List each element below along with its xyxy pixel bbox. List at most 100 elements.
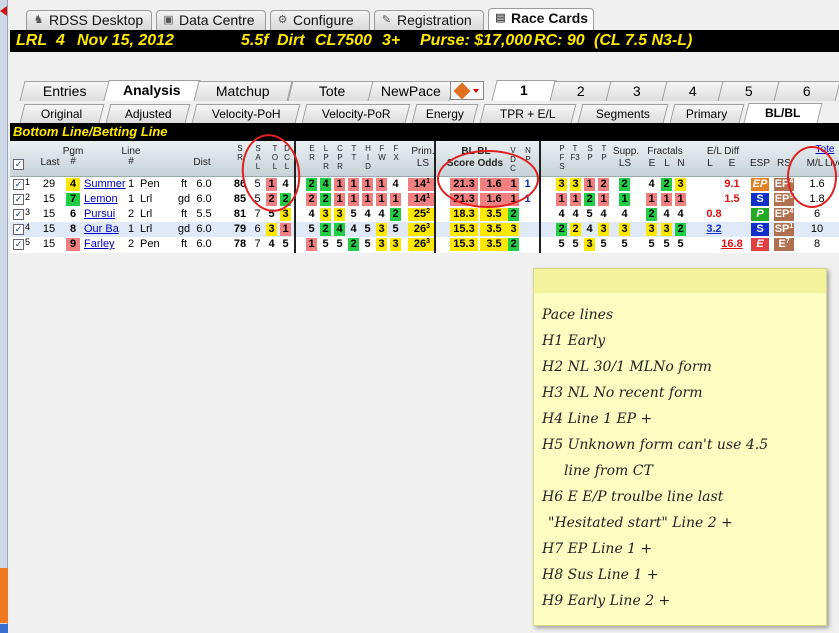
- pace-cell: 1: [362, 178, 373, 191]
- row-checkbox[interactable]: ✓: [13, 209, 24, 220]
- pace-cell: 5: [308, 223, 315, 235]
- row-number: 2: [25, 192, 31, 202]
- primary-ls: 252: [408, 208, 436, 221]
- note-line: H1 Early: [542, 333, 606, 349]
- tab-race-4[interactable]: 4: [661, 81, 725, 101]
- tab-race-5[interactable]: 5: [717, 81, 781, 101]
- line-number: 1: [127, 178, 135, 190]
- line-number: 1: [127, 193, 135, 205]
- fractal-cell: 5: [663, 238, 670, 250]
- pace-cell: 2: [390, 208, 401, 221]
- el-diff-e: [718, 223, 746, 236]
- add-race-button[interactable]: [450, 81, 484, 100]
- morning-line: 8: [813, 238, 821, 250]
- table-row[interactable]: ✓ 1 29 4 Summer 1 Pen ft 6.0 86 5 1 4 2 4 1 1 1 1 4 141 21.3 1…: [10, 177, 839, 192]
- ptsp-cell: 2: [556, 223, 567, 236]
- tab-newpace[interactable]: NewPace: [367, 81, 455, 101]
- el-diff-e: 16.8: [721, 238, 743, 250]
- select-all-checkbox[interactable]: ✓: [13, 159, 24, 170]
- tab-velocity-por[interactable]: Velocity-PoR: [301, 104, 411, 123]
- program-number: 4: [66, 178, 80, 191]
- fractal-cell: 4: [648, 178, 655, 190]
- tab-race-2[interactable]: 2: [549, 81, 613, 101]
- tab-race-6[interactable]: 6: [773, 81, 839, 101]
- tab-matchup[interactable]: Matchup: [193, 81, 293, 101]
- row-checkbox[interactable]: ✓: [13, 224, 24, 235]
- horse-name-link[interactable]: Our Ba: [84, 223, 119, 236]
- race-age: 3+: [382, 32, 401, 49]
- ptsp-cell: 2: [584, 193, 595, 206]
- col-dist: Dist: [193, 157, 211, 168]
- fractal-cell: 3: [675, 178, 686, 191]
- rs-badge: EP4: [774, 208, 794, 221]
- note-line: H2 NL 30/1 MLNo form: [542, 359, 712, 375]
- gear-icon: ⚙: [277, 14, 288, 26]
- column-divider: [434, 141, 436, 253]
- tab-race-3[interactable]: 3: [605, 81, 669, 101]
- tab-analysis[interactable]: Analysis: [103, 80, 201, 101]
- horse-name-link[interactable]: Pursui: [84, 208, 115, 221]
- supp-ls: 3: [619, 223, 630, 236]
- tab-energy[interactable]: Energy: [411, 104, 479, 123]
- tab-primary[interactable]: Primary: [669, 104, 745, 123]
- tab-race-1[interactable]: 1: [491, 80, 557, 101]
- line-track: Lrl: [140, 223, 153, 235]
- horse-name-link[interactable]: Farley: [84, 238, 115, 251]
- ptsp-cell: 3: [598, 223, 609, 236]
- tab-velocity-poh[interactable]: Velocity-PoH: [191, 104, 301, 123]
- distance: 6.0: [196, 238, 212, 250]
- tab-configure[interactable]: ⚙ Configure: [270, 10, 370, 30]
- race-distance: 5.5f: [241, 32, 269, 49]
- bl-odds: 3.5: [480, 238, 508, 251]
- race-track: LRL: [16, 32, 48, 49]
- col-tt: T T: [351, 144, 357, 162]
- row-number: 3: [25, 207, 31, 217]
- race-rating: RC: 90: [534, 32, 585, 49]
- tab-race-cards[interactable]: ▤ Race Cards: [488, 8, 594, 30]
- last-days: 15: [42, 223, 56, 235]
- tab-bl-bl[interactable]: BL/BL: [743, 103, 823, 123]
- el-diff-e: 9.1: [724, 178, 740, 190]
- ptsp-cell: 1: [598, 193, 609, 206]
- stat-tol: 4: [268, 238, 275, 250]
- tab-registration[interactable]: ✎ Registration: [374, 10, 484, 30]
- horse-icon: ♞: [33, 14, 44, 26]
- rs-badge: SP1: [774, 223, 794, 236]
- fractal-cell: 4: [677, 208, 684, 220]
- row-checkbox[interactable]: ✓: [13, 239, 24, 250]
- col-tp: T P: [601, 144, 607, 162]
- pace-cell: 2: [320, 223, 331, 236]
- col-line-num: #: [128, 156, 134, 167]
- row-number: 5: [25, 237, 31, 247]
- tab-entries[interactable]: Entries: [19, 81, 111, 101]
- pace-cell: 4: [378, 208, 385, 220]
- np-cell: [522, 238, 533, 251]
- horse-name-link[interactable]: Summer: [84, 178, 126, 191]
- last-days: 29: [42, 178, 56, 190]
- race-surface: Dirt: [277, 32, 305, 49]
- pace-cell: 1: [390, 193, 401, 206]
- row-checkbox[interactable]: ✓: [13, 194, 24, 205]
- col-cpr: C P R: [337, 144, 343, 171]
- tab-rdss-desktop[interactable]: ♞ RDSS Desktop: [26, 10, 152, 30]
- program-number: 6: [69, 208, 77, 220]
- tab-tote[interactable]: Tote: [287, 81, 377, 101]
- back-arrow-icon[interactable]: [0, 6, 7, 16]
- horse-name-link[interactable]: Lemon: [84, 193, 118, 206]
- tab-adjusted[interactable]: Adjusted: [105, 104, 191, 123]
- tab-data-centre[interactable]: ▣ Data Centre: [156, 10, 266, 30]
- note-line: line from CT: [564, 463, 653, 479]
- table-row[interactable]: ✓ 4 15 8 Our Ba 1 Lrl gd 6.0 79 6 3 1 5 2 4 4 5 3 5 263 15.3 3…: [10, 222, 839, 237]
- note-line: H3 NL No recent form: [542, 385, 703, 401]
- tab-original[interactable]: Original: [19, 104, 105, 123]
- table-row[interactable]: ✓ 3 15 6 Pursui 2 Lrl ft 5.5 81 7 5 3 4 3 3 5 4 4 2 252 18.3 3…: [10, 207, 839, 222]
- tab-segments[interactable]: Segments: [577, 104, 669, 123]
- row-checkbox[interactable]: ✓: [13, 179, 24, 190]
- bl-odds: 3.5: [480, 223, 508, 236]
- ptsp-cell: 4: [572, 208, 579, 220]
- table-row[interactable]: ✓ 5 15 9 Farley 2 Pen ft 6.0 78 7 4 5 1 5 5 2 5 3 3 263 15.3 3…: [10, 237, 839, 252]
- tab-tpr-el[interactable]: TPR + E/L: [479, 104, 577, 123]
- col-el-diff: E/L Diff: [706, 146, 740, 157]
- sticky-note[interactable]: Pace lines H1 Early H2 NL 30/1 MLNo form…: [533, 268, 827, 626]
- table-row[interactable]: ✓ 2 15 7 Lemon 1 Lrl gd 6.0 85 5 2 2 2 2 1 1 1 1 1 141 21.3 1.…: [10, 192, 839, 207]
